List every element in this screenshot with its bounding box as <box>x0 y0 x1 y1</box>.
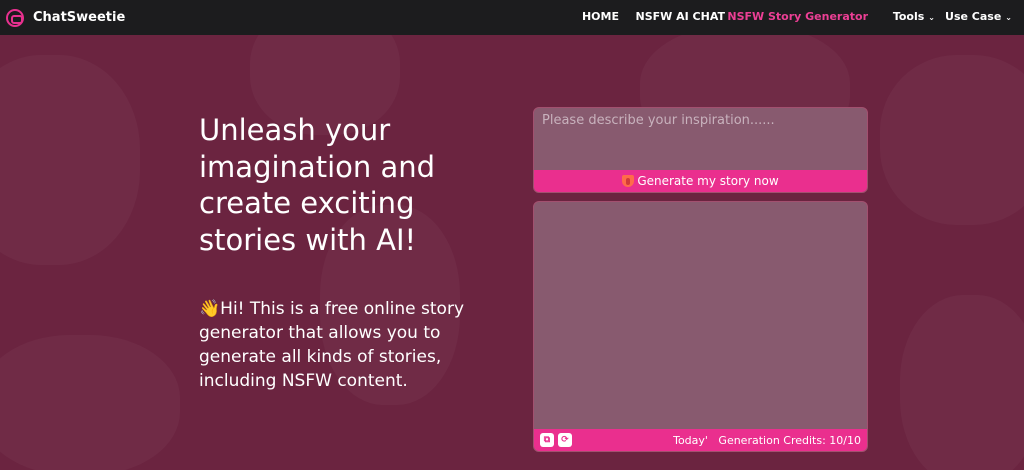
top-navbar: ChatSweetie HOME NSFW AI CHAT NSFW Story… <box>0 0 1024 35</box>
chat-bubble-icon <box>6 8 24 27</box>
hero-title: Unleash your imagination and create exci… <box>199 113 436 257</box>
generate-story-label: Generate my story now <box>637 174 779 188</box>
output-footer: ⧉ ⟳ Today' Generation Credits: 10/10 <box>534 429 867 451</box>
story-output-card: ⧉ ⟳ Today' Generation Credits: 10/10 <box>533 201 868 452</box>
nav-tools-label: Tools <box>892 10 925 23</box>
nav-nsfw-ai-chat-link[interactable]: NSFW AI CHAT <box>636 10 725 23</box>
copy-icon[interactable]: ⧉ <box>540 433 554 447</box>
generation-credits: Today' Generation Credits: 10/10 <box>673 433 861 447</box>
brand-name: ChatSweetie <box>33 10 126 25</box>
waving-hand-icon: 👋 <box>199 299 221 319</box>
hero-description-text: Hi! This is a free online story generato… <box>199 299 464 391</box>
nav-use-case-dropdown[interactable]: Use Case ⌄ <box>945 10 1012 23</box>
story-output-area <box>534 202 867 430</box>
nav-home-link[interactable]: HOME <box>582 10 619 23</box>
inspiration-card: Generate my story now <box>533 107 868 193</box>
chevron-down-icon: ⌄ <box>928 12 935 22</box>
hero-description: 👋Hi! This is a free online story generat… <box>199 297 499 393</box>
generate-story-button[interactable]: Generate my story now <box>534 170 867 192</box>
refresh-icon[interactable]: ⟳ <box>558 433 572 447</box>
inspiration-input[interactable] <box>534 108 867 171</box>
nav-use-case-label: Use Case <box>945 10 1002 23</box>
chevron-down-icon: ⌄ <box>1005 12 1012 22</box>
nav-tools-dropdown[interactable]: Tools ⌄ <box>893 10 935 23</box>
brand[interactable]: ChatSweetie <box>6 8 126 27</box>
tongue-emoji-icon <box>622 175 635 187</box>
nav-nsfw-story-generator-link[interactable]: NSFW Story Generator <box>727 10 868 23</box>
